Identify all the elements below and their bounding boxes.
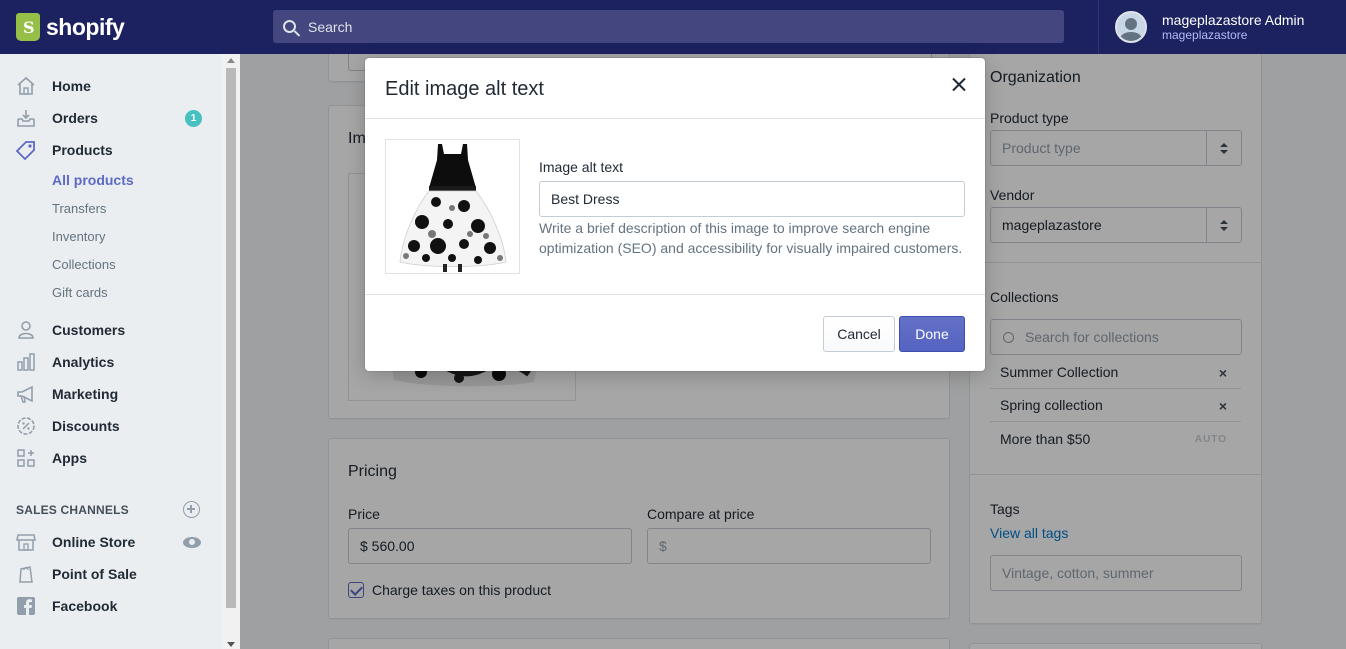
facebook-icon bbox=[17, 597, 35, 615]
sidebar-subitem-transfers[interactable]: Transfers bbox=[52, 201, 106, 216]
done-button[interactable]: Done bbox=[899, 316, 965, 352]
tag-icon bbox=[16, 141, 35, 160]
sidebar-item-label: Analytics bbox=[52, 354, 115, 370]
sidebar-item-analytics[interactable]: Analytics bbox=[0, 348, 222, 376]
alt-text-input[interactable]: Best Dress bbox=[539, 181, 965, 217]
dress-image bbox=[399, 144, 507, 272]
account-menu[interactable]: mageplazastore Admin mageplazastore bbox=[1098, 0, 1346, 54]
sidebar-subitem-collections[interactable]: Collections bbox=[52, 257, 116, 272]
pos-icon bbox=[19, 566, 33, 583]
top-bar: shopify Search mageplazastore Admin mage… bbox=[0, 0, 1346, 54]
brand-name: shopify bbox=[46, 13, 125, 40]
close-icon[interactable] bbox=[949, 75, 969, 95]
sidebar-item-label: Products bbox=[52, 142, 113, 158]
sidebar-item-point-of-sale[interactable]: Point of Sale bbox=[0, 560, 222, 588]
modal-footer: Cancel Done bbox=[365, 294, 985, 371]
scrollbar-thumb[interactable] bbox=[226, 68, 236, 608]
modal-title: Edit image alt text bbox=[385, 78, 544, 100]
sales-channels-heading: SALES CHANNELS bbox=[16, 503, 129, 517]
sidebar-item-marketing[interactable]: Marketing bbox=[0, 380, 222, 408]
sidebar-item-label: Apps bbox=[52, 450, 87, 466]
megaphone-icon bbox=[17, 385, 33, 403]
sidebar-item-label: Point of Sale bbox=[52, 566, 137, 582]
sidebar-subitem-inventory[interactable]: Inventory bbox=[52, 229, 105, 244]
sidebar-item-apps[interactable]: Apps bbox=[0, 444, 222, 472]
account-name: mageplazastore Admin bbox=[1162, 11, 1305, 28]
alt-text-label: Image alt text bbox=[539, 159, 624, 175]
scroll-down-arrow-icon[interactable] bbox=[227, 642, 235, 647]
sidebar-item-discounts[interactable]: Discounts bbox=[0, 412, 222, 440]
alt-text-help: Write a brief description of this image … bbox=[539, 220, 963, 256]
apps-icon bbox=[17, 449, 35, 467]
sidebar-item-label: Discounts bbox=[52, 418, 120, 434]
person-icon bbox=[18, 321, 34, 339]
sidebar-item-label: Orders bbox=[52, 110, 98, 126]
search-input[interactable]: Search bbox=[308, 19, 352, 35]
sidebar-item-orders[interactable]: Orders 1 bbox=[0, 104, 222, 132]
search-bar[interactable]: Search bbox=[273, 10, 1064, 43]
sidebar-scrollbar[interactable] bbox=[222, 54, 240, 649]
orders-icon bbox=[17, 110, 35, 127]
search-icon bbox=[283, 20, 296, 33]
orders-count-badge: 1 bbox=[185, 110, 202, 127]
cancel-button[interactable]: Cancel bbox=[823, 316, 895, 352]
sidebar: Home Orders 1 Products All products Tran… bbox=[0, 54, 240, 649]
avatar bbox=[1115, 11, 1147, 43]
sidebar-item-label: Home bbox=[52, 78, 91, 94]
edit-alt-text-modal: Edit image alt text Image alt text Best … bbox=[365, 58, 985, 371]
shopify-logo[interactable]: shopify bbox=[0, 0, 240, 54]
sidebar-item-label: Customers bbox=[52, 322, 126, 338]
account-store: mageplazastore bbox=[1162, 27, 1248, 42]
sidebar-item-products[interactable]: Products bbox=[0, 136, 222, 164]
add-sales-channel-icon[interactable] bbox=[183, 501, 200, 518]
home-icon bbox=[17, 76, 35, 95]
sidebar-item-label: Online Store bbox=[52, 534, 136, 550]
sidebar-subitem-all-products[interactable]: All products bbox=[52, 172, 134, 188]
bar-chart-icon bbox=[17, 353, 35, 371]
store-icon bbox=[16, 534, 36, 551]
shopify-bag-icon bbox=[16, 13, 40, 41]
sidebar-subitem-gift-cards[interactable]: Gift cards bbox=[52, 285, 108, 300]
image-thumbnail bbox=[385, 139, 520, 274]
scroll-up-arrow-icon[interactable] bbox=[227, 58, 235, 63]
discount-icon bbox=[17, 417, 35, 435]
sidebar-item-customers[interactable]: Customers bbox=[0, 316, 222, 344]
modal-header: Edit image alt text bbox=[365, 58, 985, 119]
sidebar-item-label: Marketing bbox=[52, 386, 119, 402]
view-store-eye-icon[interactable] bbox=[183, 537, 201, 548]
sidebar-item-label: Facebook bbox=[52, 598, 118, 614]
sidebar-item-home[interactable]: Home bbox=[0, 72, 222, 100]
sidebar-item-facebook[interactable]: Facebook bbox=[0, 592, 222, 620]
